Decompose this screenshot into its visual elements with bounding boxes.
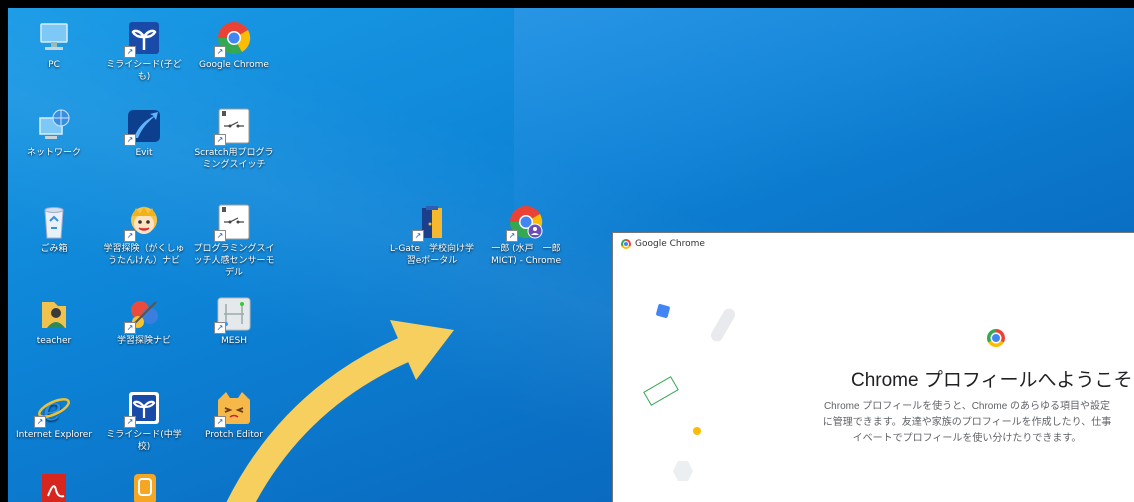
gray-hexagon-decoration	[673, 461, 693, 481]
window-title: Google Chrome	[635, 239, 705, 249]
chrome-profile-window: Google Chrome Chrome プロフィールへようこそ Chrome …	[612, 232, 1134, 502]
window-titlebar[interactable]: Google Chrome	[613, 233, 1134, 255]
yellow-dot-decoration	[693, 427, 701, 435]
gray-pill-decoration	[708, 306, 738, 344]
welcome-description: Chrome プロフィールを使うと、Chrome のあらゆる項目や設定 に管理で…	[797, 399, 1134, 447]
chrome-logo-icon	[621, 239, 631, 249]
description-line: イベートでプロフィールを使い分けたりできます。	[852, 433, 1082, 444]
chrome-welcome-logo-icon	[987, 329, 1005, 347]
desktop: PC ↗ ミライシード(子ども) ↗ Google Chrome ネットワーク …	[8, 8, 1134, 502]
blue-square-decoration	[655, 303, 671, 319]
description-line: Chrome プロフィールを使うと、Chrome のあらゆる項目や設定	[823, 401, 1111, 412]
green-rect-decoration	[643, 376, 679, 406]
welcome-title: Chrome プロフィールへようこそ	[851, 370, 1133, 391]
description-line: に管理できます。友達や家族のプロフィールを作成したり、仕事	[822, 417, 1112, 428]
